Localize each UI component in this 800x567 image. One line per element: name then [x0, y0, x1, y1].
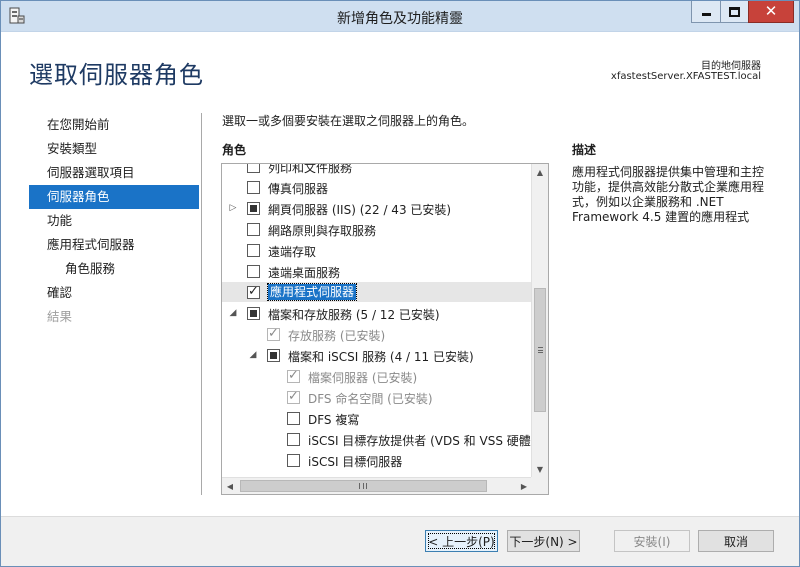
role-label: 檔案和存放服務 (5 / 12 已安裝): [268, 308, 440, 322]
role-label: 檔案和 iSCSI 服務 (4 / 11 已安裝): [288, 350, 474, 364]
scroll-down-icon[interactable]: ▼: [532, 461, 548, 478]
role-checkbox[interactable]: [287, 433, 300, 446]
scroll-right-icon[interactable]: ▶: [516, 478, 532, 494]
role-checkbox[interactable]: [267, 349, 280, 362]
wizard-steps-nav: 在您開始前 安裝類型 伺服器選取項目 伺服器角色 功能 應用程式伺服器 角色服務…: [29, 113, 199, 329]
role-checkbox[interactable]: [247, 164, 260, 173]
roles-tree[interactable]: 列印和文件服務 傳真伺服器 ▷ 網頁伺服器 (IIS) (22 / 43 已安裝) 網路…: [221, 163, 549, 495]
tree-row[interactable]: iSCSI 目標存放提供者 (VDS 和 VSS 硬體提供: [222, 429, 532, 449]
role-checkbox[interactable]: [247, 284, 260, 300]
next-button[interactable]: 下一步(N) >: [507, 530, 580, 552]
nav-item-before-you-begin[interactable]: 在您開始前: [29, 113, 199, 137]
tree-row[interactable]: iSCSI 目標伺服器: [222, 450, 532, 470]
wizard-footer: < 上一步(P) 下一步(N) > 安裝(I) 取消: [1, 516, 799, 566]
close-icon: ✕: [764, 2, 778, 20]
destination-server-value: xfastestServer.XFASTEST.local: [610, 71, 761, 82]
title-bar[interactable]: 新增角色及功能精靈 ✕: [1, 1, 799, 32]
role-checkbox: [287, 389, 300, 405]
grip-icon: [359, 483, 367, 489]
nav-item-role-services[interactable]: 角色服務: [29, 257, 199, 281]
role-checkbox[interactable]: [247, 202, 260, 215]
tree-row[interactable]: 網路原則與存取服務: [222, 219, 532, 239]
page-title: 選取伺服器角色: [29, 61, 204, 89]
minimize-button[interactable]: [691, 1, 720, 23]
roles-tree-rows: 列印和文件服務 傳真伺服器 ▷ 網頁伺服器 (IIS) (22 / 43 已安裝) 網路…: [222, 164, 532, 478]
description-column-label: 描述: [572, 143, 597, 157]
role-label: 網路原則與存取服務: [268, 224, 377, 238]
scroll-up-icon[interactable]: ▲: [532, 164, 548, 181]
nav-item-server-roles[interactable]: 伺服器角色: [29, 185, 199, 209]
close-button[interactable]: ✕: [748, 1, 794, 23]
window-title: 新增角色及功能精靈: [337, 11, 463, 27]
role-label: iSCSI 目標存放提供者 (VDS 和 VSS 硬體提供: [308, 434, 532, 448]
vertical-scrollbar[interactable]: ▲ ▼: [531, 164, 548, 478]
roles-column-label: 角色: [222, 143, 247, 157]
tree-row[interactable]: DFS 複寫: [222, 408, 532, 428]
role-label: DFS 命名空間 (已安裝): [308, 392, 433, 406]
role-label: 傳真伺服器: [268, 182, 329, 196]
maximize-button[interactable]: [720, 1, 748, 23]
destination-server-label: 目的地伺服器: [701, 61, 761, 72]
scroll-left-icon[interactable]: ◀: [222, 478, 238, 494]
role-label: 網頁伺服器 (IIS) (22 / 43 已安裝): [268, 203, 452, 217]
tree-row[interactable]: ◢ 檔案和存放服務 (5 / 12 已安裝): [222, 303, 532, 323]
tree-row[interactable]: 存放服務 (已安裝): [222, 324, 532, 344]
tree-row[interactable]: 遠端存取: [222, 240, 532, 260]
grip-icon: [538, 347, 543, 353]
tree-row[interactable]: 檔案伺服器 (已安裝): [222, 366, 532, 386]
expanded-arrow-icon[interactable]: ◢: [248, 349, 258, 361]
role-checkbox: [287, 368, 300, 384]
tree-row[interactable]: ◢ 檔案和 iSCSI 服務 (4 / 11 已安裝): [222, 345, 532, 365]
role-checkbox[interactable]: [247, 265, 260, 278]
instruction-text: 選取一或多個要安裝在選取之伺服器上的角色。: [222, 114, 475, 128]
horizontal-scroll-thumb[interactable]: [240, 480, 487, 492]
nav-item-installation-type[interactable]: 安裝類型: [29, 137, 199, 161]
tree-row[interactable]: 遠端桌面服務: [222, 261, 532, 281]
minimize-icon: [701, 13, 711, 16]
maximize-icon: [729, 6, 740, 17]
tree-row[interactable]: DFS 命名空間 (已安裝): [222, 387, 532, 407]
description-text: 應用程式伺服器提供集中管理和主控功能，提供高效能分散式企業應用程式，例如以企業服…: [572, 165, 765, 224]
role-label: 存放服務 (已安裝): [288, 329, 386, 343]
tree-row[interactable]: 傳真伺服器: [222, 177, 532, 197]
role-checkbox[interactable]: [247, 307, 260, 320]
role-label: DFS 複寫: [308, 413, 360, 427]
nav-divider: [201, 113, 202, 495]
role-checkbox[interactable]: [247, 181, 260, 194]
scrollbar-corner: [531, 477, 548, 494]
tree-row[interactable]: ▷ 網頁伺服器 (IIS) (22 / 43 已安裝): [222, 198, 532, 218]
vertical-scroll-thumb[interactable]: [534, 288, 546, 412]
nav-item-server-selection[interactable]: 伺服器選取項目: [29, 161, 199, 185]
role-label: 應用程式伺服器: [266, 283, 358, 301]
role-label: 遠端存取: [268, 245, 317, 259]
nav-item-application-server[interactable]: 應用程式伺服器: [29, 233, 199, 257]
tree-row[interactable]: 應用程式伺服器: [222, 282, 532, 302]
role-checkbox[interactable]: [287, 454, 300, 467]
previous-button[interactable]: < 上一步(P): [425, 530, 498, 552]
collapsed-arrow-icon[interactable]: ▷: [228, 202, 238, 214]
cancel-button[interactable]: 取消: [698, 530, 774, 552]
role-label: 遠端桌面服務: [268, 266, 341, 280]
role-label: iSCSI 目標伺服器: [308, 455, 403, 469]
expanded-arrow-icon[interactable]: ◢: [228, 307, 238, 319]
role-checkbox[interactable]: [247, 244, 260, 257]
role-checkbox[interactable]: [247, 223, 260, 236]
role-label: 列印和文件服務: [268, 164, 353, 175]
wizard-window: 新增角色及功能精靈 ✕ 選取伺服器角色 目的地伺服器 xfastestServe…: [0, 0, 800, 567]
install-button: 安裝(I): [614, 530, 690, 552]
horizontal-scrollbar[interactable]: ◀ ▶: [222, 477, 532, 494]
nav-item-features[interactable]: 功能: [29, 209, 199, 233]
role-label: 檔案伺服器 (已安裝): [308, 371, 418, 385]
role-checkbox: [267, 326, 280, 342]
role-checkbox[interactable]: [287, 412, 300, 425]
nav-item-confirmation[interactable]: 確認: [29, 281, 199, 305]
nav-item-results: 結果: [47, 309, 73, 324]
tree-row[interactable]: 列印和文件服務: [222, 164, 532, 176]
